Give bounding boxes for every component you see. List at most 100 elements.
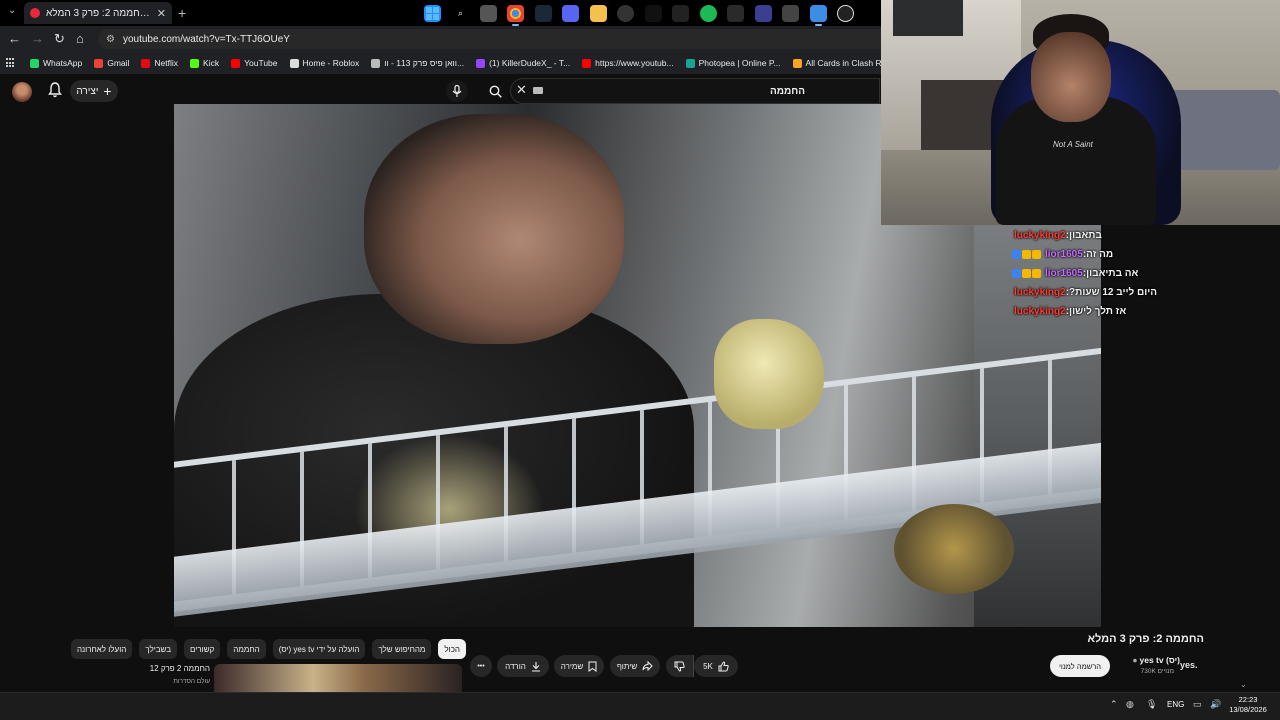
media-player-taskbar-icon[interactable]	[837, 5, 854, 22]
clear-search-icon[interactable]: ✕	[516, 82, 527, 98]
download-icon	[531, 661, 540, 672]
discord-taskbar-icon[interactable]	[562, 5, 579, 22]
filter-chip[interactable]: הועלו לאחרונה	[70, 639, 133, 659]
bookmark-item[interactable]: Home - Roblox	[289, 58, 359, 68]
language-indicator[interactable]: ENG	[1167, 700, 1184, 709]
search-input[interactable]: החממה	[510, 78, 880, 104]
apps-grid-icon[interactable]	[6, 58, 16, 68]
bookmark-item[interactable]: Netflix	[141, 58, 178, 68]
chat-username[interactable]: lior1605	[1045, 249, 1083, 260]
recommendation-title[interactable]: החממה 2 פרק 12	[120, 664, 210, 673]
bookmark-item[interactable]: Photopea | Online P...	[685, 58, 781, 68]
create-label: יצירה	[76, 85, 99, 97]
new-tab-button[interactable]: +	[178, 5, 186, 21]
tray-mic-icon[interactable]: 🎙	[1146, 699, 1157, 710]
launcher-taskbar-icon[interactable]	[755, 5, 772, 22]
recommendation-filter-chips: הכול מהחיפוש שלך הועלה על ידי yes tv (יס) ה…	[70, 638, 466, 660]
subscribe-button[interactable]: הרשמה למנוי	[1050, 655, 1110, 677]
dislike-button[interactable]	[666, 655, 694, 677]
filter-chip[interactable]: מהחיפוש שלך	[372, 639, 432, 659]
search-button[interactable]	[484, 80, 506, 102]
bookmark-item[interactable]: Kick	[190, 58, 219, 68]
bookmark-item[interactable]: Gmail	[94, 58, 129, 68]
tab-search-icon[interactable]: ⌄	[8, 5, 16, 16]
bookmark-label: All Cards in Clash R...	[805, 58, 889, 68]
url-text: youtube.com/watch?v=Tx-TTJ6OUeY	[122, 33, 290, 45]
tab-title: החממה 2: פרק 3 המלא - YouTube	[46, 7, 153, 19]
bookmark-item[interactable]: WhatsApp	[30, 58, 82, 68]
back-arrow-icon[interactable]: ←	[8, 31, 21, 46]
bookmark-item[interactable]: YouTube	[231, 58, 278, 68]
filter-chip[interactable]: בשבילך	[139, 639, 178, 659]
tray-app-icon[interactable]: ◍	[1126, 699, 1134, 710]
chat-separator: :	[1065, 287, 1070, 298]
windows-logo-icon	[426, 7, 439, 20]
notifications-bell-icon[interactable]	[48, 82, 62, 98]
bookmark-label: Gmail	[107, 58, 130, 68]
close-tab-icon[interactable]: ✕	[157, 7, 166, 20]
volume-icon[interactable]: 🔊	[1210, 699, 1221, 710]
channel-logo[interactable]: yes.	[1180, 655, 1204, 675]
steam-taskbar-icon[interactable]	[535, 5, 552, 22]
avatar[interactable]	[12, 82, 32, 102]
share-button[interactable]: שיתוף	[610, 655, 660, 677]
bookmark-item[interactable]: https://www.youtub...	[582, 58, 674, 68]
chat-username[interactable]: luckyking2	[1014, 230, 1066, 241]
active-app-taskbar-icon[interactable]	[810, 5, 827, 26]
video-frame-cable-roll	[714, 319, 824, 429]
chat-badge-icon	[1032, 250, 1041, 259]
keyboard-icon[interactable]	[533, 87, 543, 94]
obs-taskbar-icon[interactable]	[617, 5, 634, 22]
bookmark-item[interactable]: וואן פיס פרק 113 - וו...	[371, 58, 464, 68]
chat-badge-icon	[1012, 250, 1021, 259]
system-clock[interactable]: 22:23 13/08/2026	[1226, 695, 1270, 715]
filter-chip[interactable]: הכול	[438, 639, 466, 659]
chat-message: בתאבון : luckyking2	[1010, 226, 1190, 245]
search-query: החממה	[769, 85, 805, 97]
forward-arrow-icon[interactable]: →	[31, 31, 44, 46]
browser-tab[interactable]: החממה 2: פרק 3 המלא - YouTube ✕	[24, 2, 172, 24]
epic-games-taskbar-icon[interactable]	[727, 5, 744, 22]
create-button[interactable]: יצירה +	[70, 80, 118, 102]
bookmark-item[interactable]: (1) KillerDudeX_ - T...	[476, 58, 570, 68]
more-icon: •••	[477, 662, 485, 670]
thumbs-up-icon	[718, 660, 729, 671]
bookmark-label: Kick	[203, 58, 220, 68]
chat-separator: :	[1065, 230, 1070, 241]
save-button[interactable]: שמירה	[554, 655, 604, 677]
bookmark-favicon-icon	[685, 58, 695, 68]
chat-username[interactable]: lior1605	[1045, 268, 1083, 279]
windows-start-icon[interactable]	[424, 5, 441, 22]
site-info-icon[interactable]: ⚙	[106, 34, 115, 45]
home-icon[interactable]: ⌂	[76, 31, 84, 46]
chat-message-text: מה זה	[1086, 249, 1114, 260]
bookmark-item[interactable]: All Cards in Clash R...	[792, 58, 889, 68]
collapse-chevron-icon[interactable]: ⌄	[1240, 680, 1247, 689]
chat-badges	[1012, 250, 1041, 259]
chat-username[interactable]: luckyking2	[1014, 306, 1066, 317]
reload-icon[interactable]: ↻	[54, 31, 65, 47]
app-taskbar-icon[interactable]	[672, 5, 689, 22]
voice-search-button[interactable]	[446, 80, 468, 102]
like-button[interactable]: 5K	[694, 655, 738, 677]
chat-badges	[1012, 269, 1041, 278]
tray-chevron-icon[interactable]: ⌃	[1110, 699, 1118, 710]
more-actions-button[interactable]: •••	[470, 655, 492, 677]
chat-username[interactable]: luckyking2	[1014, 287, 1066, 298]
file-explorer-taskbar-icon[interactable]	[590, 5, 607, 22]
chrome-taskbar-icon[interactable]	[507, 5, 524, 26]
filter-chip[interactable]: קשורים	[184, 639, 221, 659]
taskbar-search-icon[interactable]: ⌕	[452, 5, 469, 22]
recommendation-thumbnail[interactable]	[214, 664, 462, 694]
filter-chip[interactable]: הועלה על ידי yes tv (יס)	[272, 639, 366, 659]
tray-display-icon[interactable]: ▭	[1193, 699, 1202, 710]
address-bar[interactable]: ⚙ youtube.com/watch?v=Tx-TTJ6OUeY	[98, 29, 898, 49]
tool-taskbar-icon[interactable]	[782, 5, 799, 22]
chat-badge-icon	[1022, 250, 1031, 259]
task-view-icon[interactable]	[480, 5, 497, 22]
capcut-taskbar-icon[interactable]	[645, 5, 662, 22]
spotify-taskbar-icon[interactable]	[700, 5, 717, 22]
download-button[interactable]: הורדה	[497, 655, 549, 677]
channel-name[interactable]: ● yes tv (יס)	[1120, 655, 1180, 665]
filter-chip[interactable]: החממה	[227, 639, 266, 659]
